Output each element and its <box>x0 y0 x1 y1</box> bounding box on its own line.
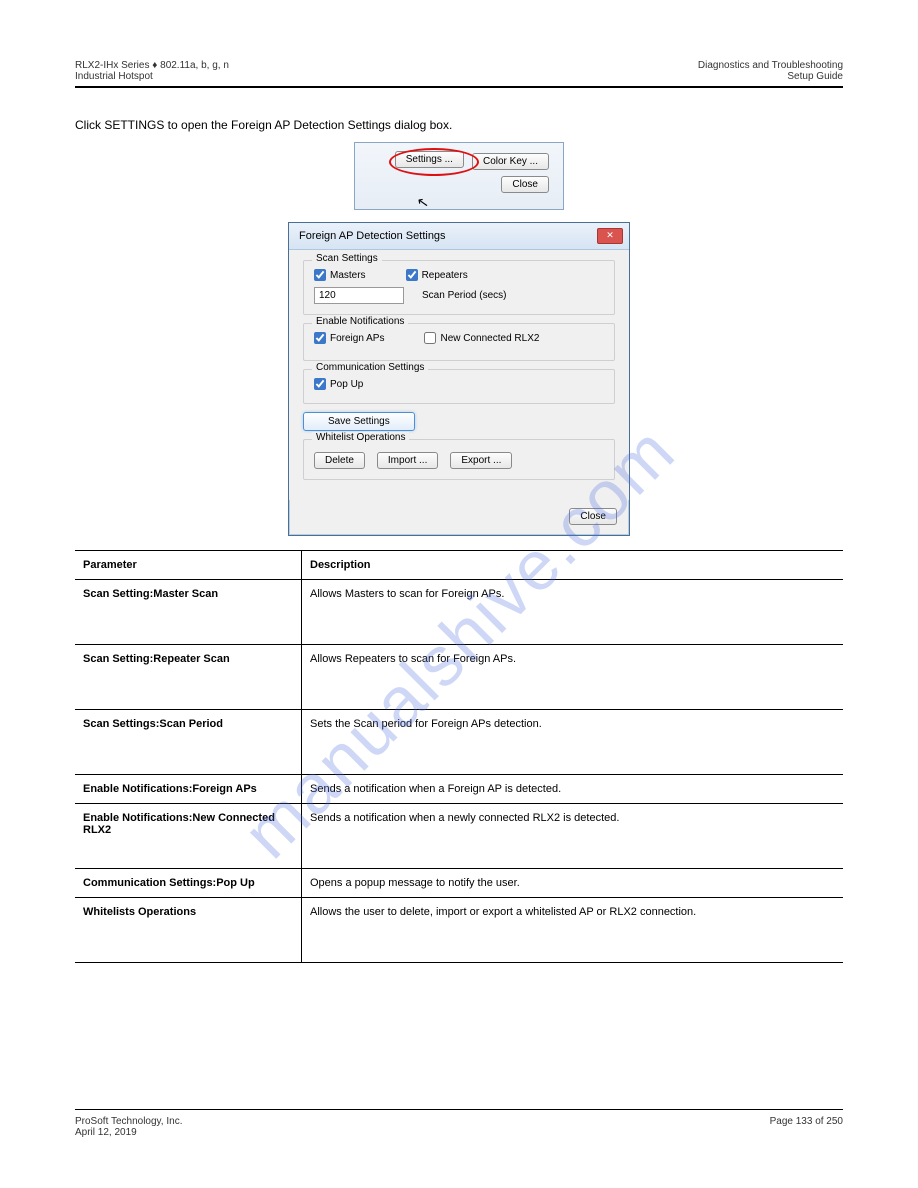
toolbar-close-button[interactable]: Close <box>501 176 549 193</box>
dialog-close-button[interactable]: Close <box>569 508 617 525</box>
header-right: Diagnostics and Troubleshooting Setup Gu… <box>698 60 843 82</box>
scan-period-label: Scan Period (secs) <box>422 290 506 301</box>
popup-input[interactable] <box>314 378 326 390</box>
footer-left: ProSoft Technology, Inc. April 12, 2019 <box>75 1116 182 1138</box>
masters-checkbox-input[interactable] <box>314 269 326 281</box>
header-description: Description <box>302 551 844 580</box>
toolbar-panel: Settings ... Color Key ... Close ↖ <box>354 142 564 210</box>
header-right-bottom: Setup Guide <box>698 71 843 82</box>
repeaters-label: Repeaters <box>422 270 468 281</box>
cell-param: Scan Setting:Repeater Scan <box>75 645 302 710</box>
cell-desc: Sets the Scan period for Foreign APs det… <box>302 710 844 775</box>
dialog-title: Foreign AP Detection Settings <box>299 230 446 242</box>
toolbar-row-1: Settings ... Color Key ... <box>369 153 549 170</box>
cell-param: Scan Settings:Scan Period <box>75 710 302 775</box>
page-footer: ProSoft Technology, Inc. April 12, 2019 … <box>75 1109 843 1138</box>
export-button[interactable]: Export ... <box>450 452 512 469</box>
header-left-bottom: Industrial Hotspot <box>75 71 229 82</box>
footer-company: ProSoft Technology, Inc. <box>75 1116 182 1127</box>
header-parameter: Parameter <box>75 551 302 580</box>
toolbar-screenshot: Settings ... Color Key ... Close ↖ <box>75 142 843 210</box>
table-row: Whitelists Operations Allows the user to… <box>75 898 843 963</box>
dialog-screenshot: Foreign AP Detection Settings ✕ Scan Set… <box>75 222 843 536</box>
foreign-aps-label: Foreign APs <box>330 333 384 344</box>
colorkey-button[interactable]: Color Key ... <box>472 153 549 170</box>
table-row: Enable Notifications:New Connected RLX2 … <box>75 804 843 869</box>
save-settings-button[interactable]: Save Settings <box>303 412 415 431</box>
cell-param: Communication Settings:Pop Up <box>75 869 302 898</box>
toolbar-row-2: Close <box>369 176 549 193</box>
cell-desc: Allows Masters to scan for Foreign APs. <box>302 580 844 645</box>
enable-notifications-group: Enable Notifications Foreign APs New Con… <box>303 323 615 361</box>
popup-label: Pop Up <box>330 379 363 390</box>
cell-desc: Sends a notification when a Foreign AP i… <box>302 775 844 804</box>
cell-desc: Allows Repeaters to scan for Foreign APs… <box>302 645 844 710</box>
cell-param: Enable Notifications:Foreign APs <box>75 775 302 804</box>
scan-settings-legend: Scan Settings <box>312 253 382 264</box>
comm-legend: Communication Settings <box>312 362 428 373</box>
table-row: Scan Setting:Master Scan Allows Masters … <box>75 580 843 645</box>
page-header: RLX2-IHx Series ♦ 802.11a, b, g, n Indus… <box>75 60 843 82</box>
settings-button[interactable]: Settings ... <box>395 151 464 168</box>
cursor-icon: ↖ <box>416 193 431 212</box>
scan-period-input[interactable] <box>314 287 404 304</box>
table-row: Scan Setting:Repeater Scan Allows Repeat… <box>75 645 843 710</box>
settings-dialog: Foreign AP Detection Settings ✕ Scan Set… <box>288 222 630 536</box>
whitelist-group: Whitelist Operations Delete Import ... E… <box>303 439 615 480</box>
dialog-close-icon[interactable]: ✕ <box>597 228 623 244</box>
cell-param: Enable Notifications:New Connected RLX2 <box>75 804 302 869</box>
intro-text: Click SETTINGS to open the Foreign AP De… <box>75 118 843 132</box>
import-button[interactable]: Import ... <box>377 452 438 469</box>
cell-param: Scan Setting:Master Scan <box>75 580 302 645</box>
repeaters-checkbox-input[interactable] <box>406 269 418 281</box>
enable-row: Foreign APs New Connected RLX2 <box>314 332 604 344</box>
scan-settings-group: Scan Settings Masters Repeaters <box>303 260 615 315</box>
cell-param: Whitelists Operations <box>75 898 302 963</box>
cell-desc: Opens a popup message to notify the user… <box>302 869 844 898</box>
table-row: Scan Settings:Scan Period Sets the Scan … <box>75 710 843 775</box>
parameter-table: Parameter Description Scan Setting:Maste… <box>75 550 843 963</box>
masters-checkbox[interactable]: Masters <box>314 269 366 281</box>
new-rlx2-checkbox[interactable]: New Connected RLX2 <box>424 332 539 344</box>
header-rule <box>75 86 843 88</box>
scan-period-row: Scan Period (secs) <box>314 287 604 304</box>
table-header-row: Parameter Description <box>75 551 843 580</box>
foreign-aps-checkbox[interactable]: Foreign APs <box>314 332 384 344</box>
foreign-aps-input[interactable] <box>314 332 326 344</box>
header-left: RLX2-IHx Series ♦ 802.11a, b, g, n Indus… <box>75 60 229 82</box>
new-rlx2-label: New Connected RLX2 <box>440 333 539 344</box>
enable-legend: Enable Notifications <box>312 316 408 327</box>
whitelist-buttons: Delete Import ... Export ... <box>314 452 604 469</box>
table-body: Scan Setting:Master Scan Allows Masters … <box>75 580 843 963</box>
dialog-footer: Close <box>289 500 629 535</box>
repeaters-checkbox[interactable]: Repeaters <box>406 269 468 281</box>
popup-checkbox[interactable]: Pop Up <box>314 378 363 390</box>
table-row: Communication Settings:Pop Up Opens a po… <box>75 869 843 898</box>
header-right-top: Diagnostics and Troubleshooting <box>698 60 843 71</box>
cell-desc: Allows the user to delete, import or exp… <box>302 898 844 963</box>
delete-button[interactable]: Delete <box>314 452 365 469</box>
header-left-top: RLX2-IHx Series ♦ 802.11a, b, g, n <box>75 60 229 71</box>
table-row: Enable Notifications:Foreign APs Sends a… <box>75 775 843 804</box>
scan-checkbox-row: Masters Repeaters <box>314 269 604 281</box>
footer-date: April 12, 2019 <box>75 1127 182 1138</box>
masters-label: Masters <box>330 270 366 281</box>
dialog-body: Scan Settings Masters Repeaters <box>289 250 629 500</box>
settings-button-wrapper: Settings ... <box>395 153 464 170</box>
page: RLX2-IHx Series ♦ 802.11a, b, g, n Indus… <box>0 0 918 1188</box>
dialog-titlebar: Foreign AP Detection Settings ✕ <box>289 223 629 250</box>
cell-desc: Sends a notification when a newly connec… <box>302 804 844 869</box>
footer-page: Page 133 of 250 <box>770 1116 843 1138</box>
whitelist-legend: Whitelist Operations <box>312 432 409 443</box>
communication-settings-group: Communication Settings Pop Up <box>303 369 615 404</box>
new-rlx2-input[interactable] <box>424 332 436 344</box>
